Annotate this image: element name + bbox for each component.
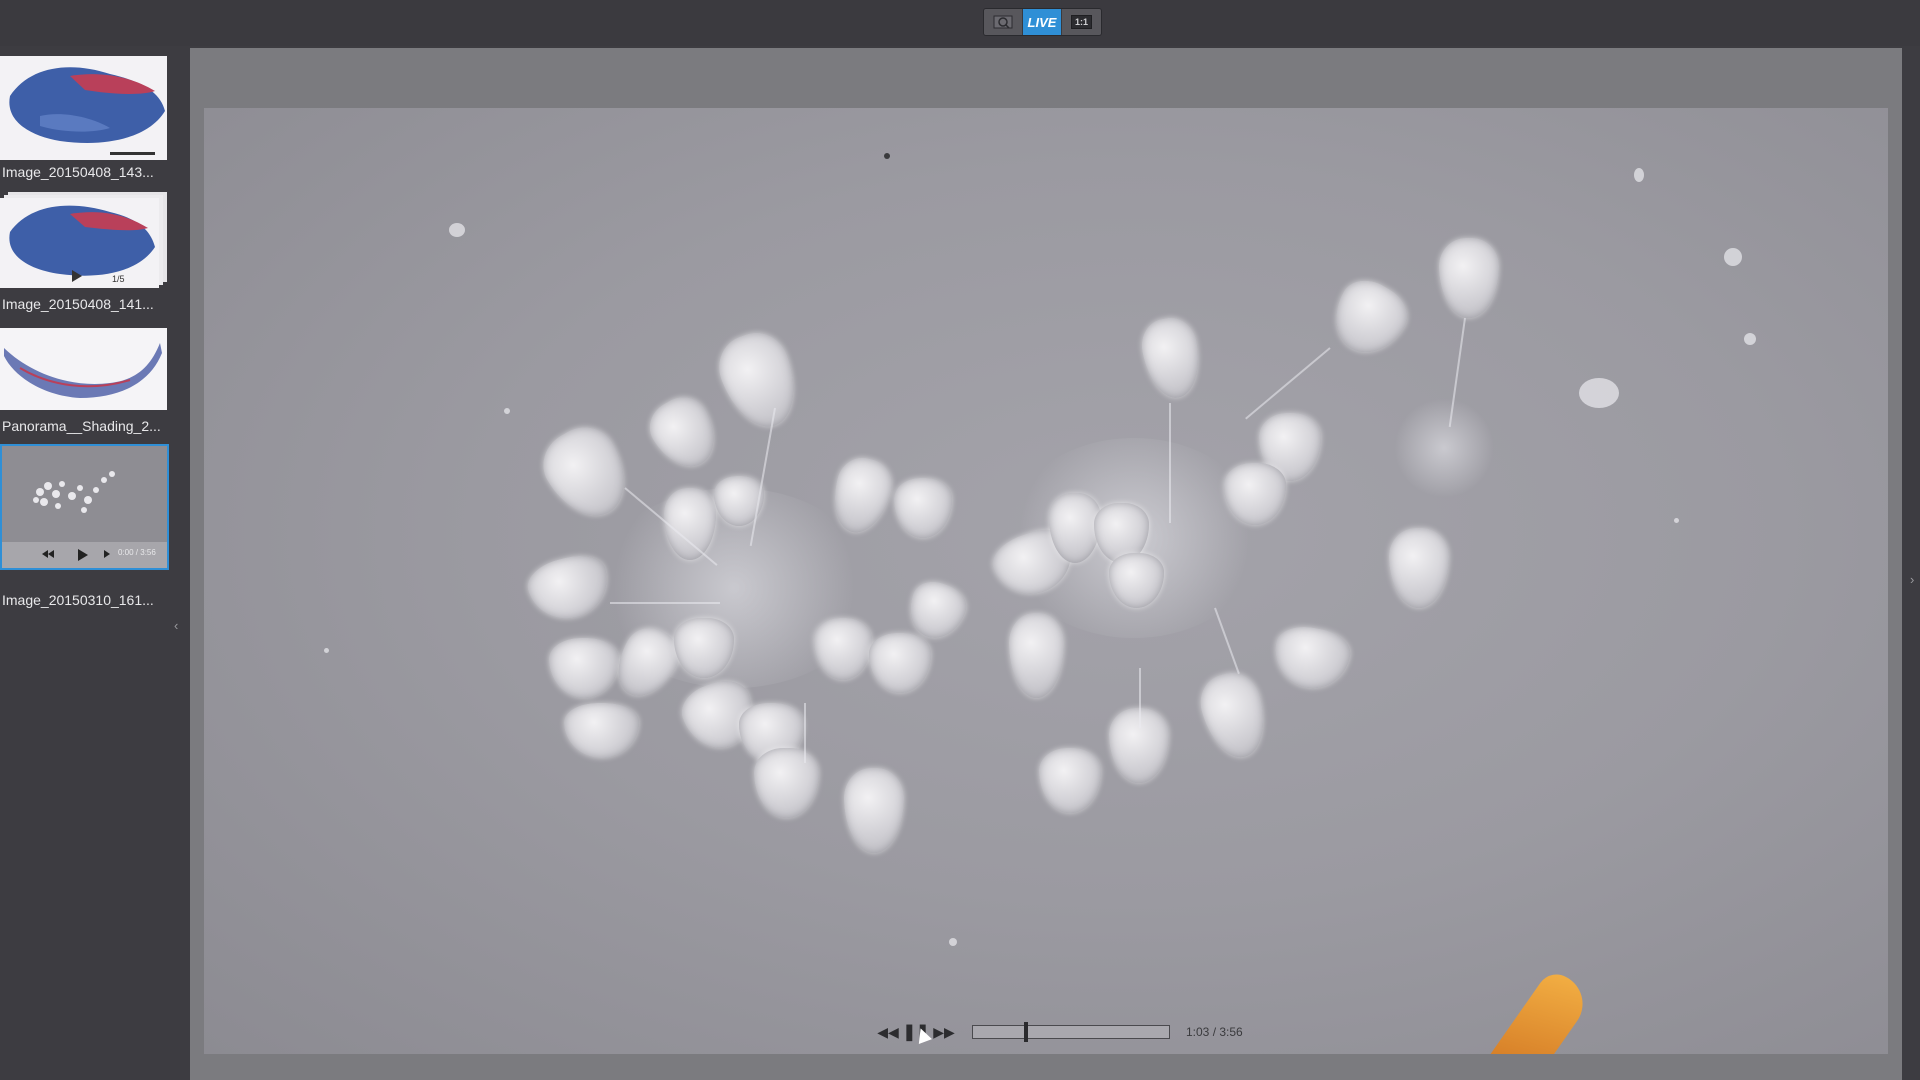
organism (844, 768, 904, 853)
stalk (1139, 668, 1141, 728)
fast-forward-icon[interactable]: ▶▶ (930, 1024, 958, 1041)
organism (894, 478, 952, 538)
stack-counter: 1/5 (112, 274, 125, 284)
haze (1394, 398, 1494, 498)
live-button[interactable]: LIVE (1023, 9, 1062, 35)
stalk (1245, 347, 1331, 420)
expand-panel-icon[interactable]: › (1910, 572, 1914, 587)
organism (1137, 313, 1206, 403)
seek-bar[interactable] (972, 1022, 1170, 1042)
collapse-sidebar-icon[interactable]: ‹ (174, 618, 178, 633)
organism (1194, 666, 1274, 765)
organism (1269, 621, 1354, 695)
gallery-item[interactable]: Panorama__Shading_2... (0, 328, 170, 446)
gallery-item-label: Panorama__Shading_2... (2, 418, 161, 434)
rewind-icon[interactable]: ◀◀ (874, 1024, 902, 1041)
stalk (1169, 403, 1171, 523)
organism (1389, 528, 1449, 608)
top-toolbar: LIVE 1:1 (0, 0, 1920, 46)
gallery-item-label: Image_20150408_141... (2, 296, 154, 312)
gallery-item[interactable]: 1/5 Image_20150408_141... (0, 192, 170, 316)
organism (814, 618, 872, 680)
organism (754, 748, 819, 818)
selection-frame (0, 444, 169, 570)
particle (1724, 248, 1742, 266)
particle (324, 648, 329, 653)
organism (564, 703, 639, 758)
particle (1744, 333, 1756, 345)
thumbnail-image (0, 56, 167, 160)
organism (1009, 613, 1064, 698)
view-mode-group: LIVE 1:1 (984, 9, 1101, 35)
one-to-one-label: 1:1 (1070, 15, 1092, 29)
one-to-one-button[interactable]: 1:1 (1062, 9, 1101, 35)
organism (709, 323, 809, 438)
gallery-sidebar: Image_20150408_143... 1/5 Image_20150408… (0, 46, 188, 1080)
organism (640, 387, 728, 479)
video-controls: ◀◀ ❚❚ ▶▶ 1:03 / 3:56 (874, 1019, 1254, 1045)
thumbnail-image (0, 192, 167, 292)
stalk (610, 602, 720, 604)
snapshot-button[interactable] (984, 9, 1023, 35)
organism (1321, 270, 1417, 366)
magnifier-icon (993, 15, 1013, 29)
thumbnail-image (0, 328, 167, 410)
organism (869, 633, 931, 693)
particle (449, 223, 465, 237)
stalk (804, 703, 806, 763)
organism (1039, 748, 1101, 813)
organism (1439, 238, 1499, 318)
playback-time: 1:03 / 3:56 (1186, 1025, 1243, 1039)
seek-handle[interactable] (1024, 1022, 1028, 1042)
organism (531, 415, 642, 531)
gallery-item-selected[interactable]: 0:00 / 3:56 Image_20150310_161... (0, 444, 170, 608)
image-viewer: ◀◀ ❚❚ ▶▶ 1:03 / 3:56 (190, 48, 1902, 1080)
particle (1674, 518, 1679, 523)
stalk (1214, 607, 1240, 675)
organism (549, 638, 619, 698)
particle (1579, 378, 1619, 408)
gallery-item-label: Image_20150310_161... (2, 592, 154, 608)
particle (1634, 168, 1644, 182)
gallery-item[interactable]: Image_20150408_143... (0, 56, 170, 180)
particle (949, 938, 957, 946)
particle (504, 408, 510, 414)
debris (1465, 966, 1595, 1054)
gallery-item-label: Image_20150408_143... (2, 164, 154, 180)
particle (884, 153, 890, 159)
video-frame[interactable] (204, 108, 1888, 1054)
